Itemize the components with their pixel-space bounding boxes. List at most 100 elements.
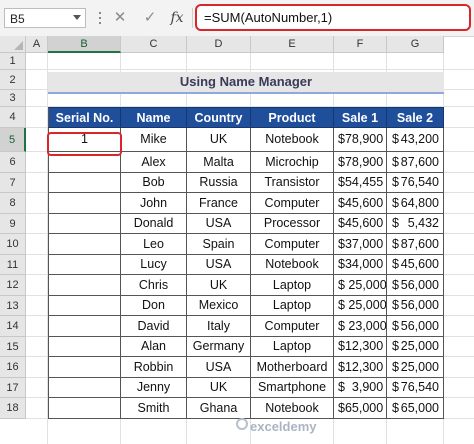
sale1-cell[interactable]: $78,900	[334, 152, 387, 173]
more-options-icon[interactable]	[95, 12, 105, 24]
table-header-cell[interactable]: Sale 1	[334, 107, 387, 128]
row-header-18[interactable]: 18	[0, 398, 26, 419]
country-cell[interactable]: Russia	[187, 173, 251, 193]
row-header-8[interactable]: 8	[0, 193, 26, 214]
sale2-cell[interactable]: $43,200	[387, 128, 444, 152]
name-cell[interactable]: Chris	[121, 275, 187, 296]
row-header-12[interactable]: 12	[0, 275, 26, 296]
table-header-cell[interactable]: Name	[121, 107, 187, 128]
sale2-cell[interactable]: $25,000	[387, 337, 444, 357]
product-cell[interactable]: Computer	[251, 234, 334, 255]
product-cell[interactable]: Laptop	[251, 296, 334, 316]
sale2-cell[interactable]: $56,000	[387, 275, 444, 296]
table-header-cell[interactable]: Serial No.	[48, 107, 121, 128]
serial-cell[interactable]	[48, 275, 121, 296]
insert-function-button[interactable]: fx	[167, 8, 187, 28]
row-header-14[interactable]: 14	[0, 316, 26, 337]
column-header-e[interactable]: E	[251, 36, 334, 53]
serial-cell[interactable]	[48, 173, 121, 193]
serial-cell[interactable]	[48, 193, 121, 214]
product-cell[interactable]: Laptop	[251, 275, 334, 296]
serial-cell[interactable]	[48, 337, 121, 357]
serial-cell[interactable]	[48, 255, 121, 275]
sale1-cell[interactable]: $45,600	[334, 193, 387, 214]
name-cell[interactable]: John	[121, 193, 187, 214]
row-header-5[interactable]: 5	[0, 128, 26, 152]
sale1-cell[interactable]: $34,000	[334, 255, 387, 275]
country-cell[interactable]: USA	[187, 357, 251, 378]
country-cell[interactable]: Malta	[187, 152, 251, 173]
row-header-7[interactable]: 7	[0, 173, 26, 193]
country-cell[interactable]: UK	[187, 275, 251, 296]
name-cell[interactable]: Donald	[121, 214, 187, 234]
name-box-dropdown-icon[interactable]	[73, 15, 81, 20]
product-cell[interactable]: Transistor	[251, 173, 334, 193]
sale1-cell[interactable]: $65,000	[334, 398, 387, 419]
column-header-d[interactable]: D	[187, 36, 251, 53]
name-cell[interactable]: Lucy	[121, 255, 187, 275]
name-cell[interactable]: Alan	[121, 337, 187, 357]
name-cell[interactable]: David	[121, 316, 187, 337]
name-cell[interactable]: Leo	[121, 234, 187, 255]
name-cell[interactable]: Don	[121, 296, 187, 316]
sale1-cell[interactable]: $12,300	[334, 357, 387, 378]
serial-cell[interactable]	[48, 378, 121, 398]
name-cell[interactable]: Alex	[121, 152, 187, 173]
country-cell[interactable]: Mexico	[187, 296, 251, 316]
row-header-13[interactable]: 13	[0, 296, 26, 316]
product-cell[interactable]: Microchip	[251, 152, 334, 173]
sale2-cell[interactable]: $56,000	[387, 296, 444, 316]
name-cell[interactable]: Bob	[121, 173, 187, 193]
country-cell[interactable]: UK	[187, 378, 251, 398]
name-cell[interactable]: Jenny	[121, 378, 187, 398]
cancel-icon[interactable]: ✕	[110, 8, 130, 28]
country-cell[interactable]: USA	[187, 255, 251, 275]
sale1-cell[interactable]: $ 25,000	[334, 275, 387, 296]
column-header-b[interactable]: B	[48, 36, 121, 53]
sale1-cell[interactable]: $ 23,000	[334, 316, 387, 337]
country-cell[interactable]: USA	[187, 214, 251, 234]
serial-cell[interactable]	[48, 316, 121, 337]
sale2-cell[interactable]: $5,432	[387, 214, 444, 234]
sale2-cell[interactable]: $56,000	[387, 316, 444, 337]
table-header-cell[interactable]: Country	[187, 107, 251, 128]
sale2-cell[interactable]: $87,600	[387, 234, 444, 255]
row-header-3[interactable]: 3	[0, 90, 26, 107]
sale1-cell[interactable]: $ 25,000	[334, 296, 387, 316]
select-all-button[interactable]	[0, 36, 26, 53]
sale2-cell[interactable]: $45,600	[387, 255, 444, 275]
sale2-cell[interactable]: $76,540	[387, 378, 444, 398]
row-header-15[interactable]: 15	[0, 337, 26, 357]
product-cell[interactable]: Notebook	[251, 128, 334, 152]
row-header-16[interactable]: 16	[0, 357, 26, 378]
country-cell[interactable]: Italy	[187, 316, 251, 337]
sale1-cell[interactable]: $45,600	[334, 214, 387, 234]
row-header-9[interactable]: 9	[0, 214, 26, 234]
product-cell[interactable]: Laptop	[251, 337, 334, 357]
serial-cell[interactable]	[48, 296, 121, 316]
row-header-17[interactable]: 17	[0, 378, 26, 398]
product-cell[interactable]: Notebook	[251, 398, 334, 419]
row-header-4[interactable]: 4	[0, 107, 26, 128]
country-cell[interactable]: UK	[187, 128, 251, 152]
product-cell[interactable]: Smartphone	[251, 378, 334, 398]
table-header-cell[interactable]: Sale 2	[387, 107, 444, 128]
enter-icon[interactable]: ✓	[140, 8, 160, 28]
sale1-cell[interactable]: $54,455	[334, 173, 387, 193]
name-cell[interactable]: Mike	[121, 128, 187, 152]
row-header-6[interactable]: 6	[0, 152, 26, 173]
sale2-cell[interactable]: $64,800	[387, 193, 444, 214]
country-cell[interactable]: Germany	[187, 337, 251, 357]
product-cell[interactable]: Computer	[251, 316, 334, 337]
serial-cell[interactable]	[48, 357, 121, 378]
sale1-cell[interactable]: $78,900	[334, 128, 387, 152]
product-cell[interactable]: Notebook	[251, 255, 334, 275]
sale1-cell[interactable]: $ 3,900	[334, 378, 387, 398]
row-header-11[interactable]: 11	[0, 255, 26, 275]
sale1-cell[interactable]: $12,300	[334, 337, 387, 357]
country-cell[interactable]: Spain	[187, 234, 251, 255]
table-header-cell[interactable]: Product	[251, 107, 334, 128]
serial-cell[interactable]	[48, 234, 121, 255]
name-cell[interactable]: Robbin	[121, 357, 187, 378]
sale1-cell[interactable]: $37,000	[334, 234, 387, 255]
